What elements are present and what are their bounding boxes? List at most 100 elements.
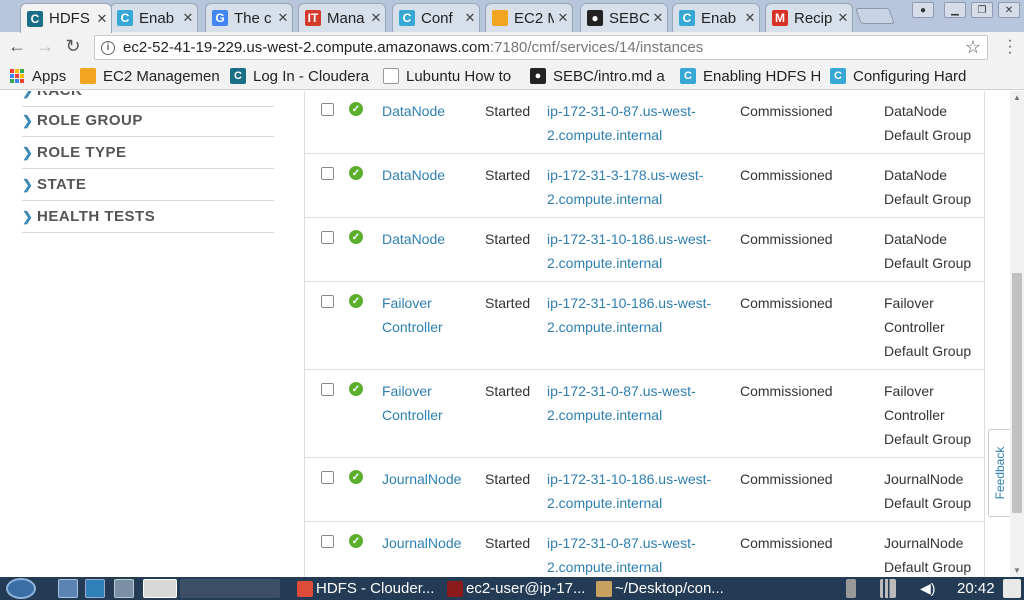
browser-tab[interactable]: G The c ✕ [205, 3, 293, 32]
aws-icon [492, 10, 508, 26]
bookmark-item[interactable]: C Configuring Hard [830, 67, 970, 85]
new-tab-button[interactable] [855, 8, 895, 24]
show-desktop-button[interactable] [1003, 579, 1021, 598]
close-tab-icon[interactable]: ✕ [179, 10, 197, 26]
scroll-up-icon[interactable]: ▲ [1013, 93, 1021, 102]
filter-group[interactable]: ❯ STATE [22, 169, 274, 201]
chevron-right-icon: ❯ [22, 144, 34, 160]
host-link[interactable]: ip-172-31-10-186.us-west- 2.compute.inter… [547, 227, 711, 275]
host-link[interactable]: ip-172-31-0-87.us-west- 2.compute.interna… [547, 99, 696, 147]
bookmark-item[interactable]: C Enabling HDFS H [680, 67, 820, 85]
browser-tab[interactable]: C Conf ✕ [392, 3, 480, 32]
role-group-cell: Failover Controller Default Group [884, 291, 971, 363]
chrome-launcher-icon[interactable] [143, 579, 177, 598]
browser-tab[interactable]: C HDFS ✕ [20, 3, 112, 33]
taskbar-window-button[interactable]: ec2-user@ip-17... [443, 578, 588, 599]
battery-icon[interactable] [846, 579, 856, 598]
browser-tab[interactable]: C Enab ✕ [672, 3, 760, 32]
row-checkbox[interactable] [321, 383, 334, 396]
close-tab-icon[interactable]: ✕ [554, 10, 572, 26]
close-tab-icon[interactable]: ✕ [274, 10, 292, 26]
page-scrollbar[interactable]: ▲ ▼ [1010, 91, 1024, 577]
scroll-down-icon[interactable]: ▼ [1013, 566, 1021, 575]
task-label: ec2-user@ip-17... [466, 580, 586, 597]
volume-icon[interactable]: ◀) [920, 578, 935, 599]
filter-group[interactable]: ❯ ROLE GROUP [22, 105, 274, 137]
bookmark-label: Lubuntu How to [406, 67, 512, 85]
row-checkbox[interactable] [321, 231, 334, 244]
bookmark-item[interactable]: C Log In - Cloudera [230, 67, 375, 85]
bookmark-label: Apps [32, 67, 67, 85]
close-tab-icon[interactable]: ✕ [741, 10, 759, 26]
browser-tab[interactable]: ● SEBC ✕ [580, 3, 668, 32]
browser-menu-icon[interactable]: · · · [1002, 33, 1018, 61]
health-good-icon: ✓ [349, 294, 363, 308]
browser-tab[interactable]: M Recip ✕ [765, 3, 853, 32]
network-signal-icon[interactable] [880, 579, 896, 598]
bookmark-item[interactable]: Apps [10, 67, 74, 85]
tab-title: Enab [701, 9, 737, 27]
taskbar-window-button[interactable]: HDFS - Clouder... [293, 578, 438, 599]
close-tab-icon[interactable]: ✕ [834, 10, 852, 26]
tab-strip: ● ▁ ❐ ✕ C HDFS ✕ C Enab ✕ G The c ✕ IT Mana ✕ C Conf ✕… [0, 0, 1024, 33]
table-row: ✓ JournalNode Started ip-172-31-0-87.us-wes… [305, 522, 984, 577]
cell-line: DataNode [382, 103, 446, 119]
close-tab-icon[interactable]: ✕ [649, 10, 667, 26]
host-link[interactable]: ip-172-31-10-186.us-west- 2.compute.inter… [547, 467, 711, 515]
window-menu-button[interactable]: ● [912, 2, 934, 18]
bookmark-label: Log In - Cloudera [253, 67, 369, 85]
filter-group[interactable]: ❯ ROLE TYPE [22, 137, 274, 169]
row-checkbox[interactable] [321, 103, 334, 116]
browser-tab[interactable]: EC2 M✕ [485, 3, 573, 32]
bookmark-star-icon[interactable]: ☆ [965, 37, 981, 58]
taskbar-window-button[interactable]: ~/Desktop/con... [592, 578, 737, 599]
info-icon[interactable]: i [101, 40, 115, 55]
role-type-link[interactable]: JournalNode [382, 467, 461, 491]
role-type-link[interactable]: Failover Controller [382, 379, 443, 427]
start-menu-icon[interactable] [6, 578, 36, 599]
workspace-switcher[interactable] [180, 579, 280, 598]
bookmark-item[interactable]: Lubuntu How to [383, 67, 523, 85]
filter-group[interactable]: ❯ HEALTH TESTS [22, 201, 274, 233]
close-tab-icon[interactable]: ✕ [367, 10, 385, 26]
forward-button[interactable]: → [34, 36, 56, 57]
file-manager-icon[interactable] [58, 579, 78, 598]
role-group-cell: DataNode Default Group [884, 227, 971, 275]
host-link[interactable]: ip-172-31-0-87.us-west- 2.compute.interna… [547, 379, 696, 427]
row-checkbox[interactable] [321, 295, 334, 308]
cell-line: 2.compute.internal [547, 495, 663, 511]
row-checkbox[interactable] [321, 471, 334, 484]
host-link[interactable]: ip-172-31-0-87.us-west- 2.compute.interna… [547, 531, 696, 577]
tab-title: Recip [794, 9, 833, 27]
clock[interactable]: 20:42 [957, 578, 995, 599]
desktop-icon[interactable] [114, 579, 134, 598]
close-window-button[interactable]: ✕ [998, 2, 1020, 18]
row-checkbox[interactable] [321, 535, 334, 548]
minimize-button[interactable]: ▁ [944, 2, 966, 18]
back-button[interactable]: ← [6, 36, 28, 57]
cloudera-icon: C [399, 10, 415, 26]
scrollbar-thumb[interactable] [1012, 273, 1022, 513]
role-type-link[interactable]: DataNode [382, 163, 445, 187]
role-type-link[interactable]: DataNode [382, 99, 445, 123]
role-type-link[interactable]: DataNode [382, 227, 445, 251]
bookmark-item[interactable]: ● SEBC/intro.md a [530, 67, 670, 85]
host-link[interactable]: ip-172-31-10-186.us-west- 2.compute.inter… [547, 291, 711, 339]
close-tab-icon[interactable]: ✕ [461, 10, 479, 26]
address-bar[interactable]: i ec2-52-41-19-229.us-west-2.compute.ama… [94, 35, 988, 60]
tab-title: Mana [327, 9, 365, 27]
maximize-button[interactable]: ❐ [971, 2, 993, 18]
browser-tab[interactable]: IT Mana ✕ [298, 3, 386, 32]
host-link[interactable]: ip-172-31-3-178.us-west- 2.compute.intern… [547, 163, 703, 211]
role-type-link[interactable]: Failover Controller [382, 291, 443, 339]
network-icon[interactable] [85, 579, 105, 598]
bookmark-item[interactable]: EC2 Management [80, 67, 220, 85]
close-tab-icon[interactable]: ✕ [93, 11, 111, 27]
row-checkbox[interactable] [321, 167, 334, 180]
browser-tab[interactable]: C Enab ✕ [110, 3, 198, 32]
feedback-tab[interactable]: Feedback [988, 429, 1010, 517]
reload-button[interactable]: ↻ [62, 36, 84, 57]
role-type-link[interactable]: JournalNode [382, 531, 461, 555]
browser-toolbar: ← → ↻ i ec2-52-41-19-229.us-west-2.compu… [0, 32, 1024, 62]
commission-state-cell: Commissioned [740, 383, 833, 399]
